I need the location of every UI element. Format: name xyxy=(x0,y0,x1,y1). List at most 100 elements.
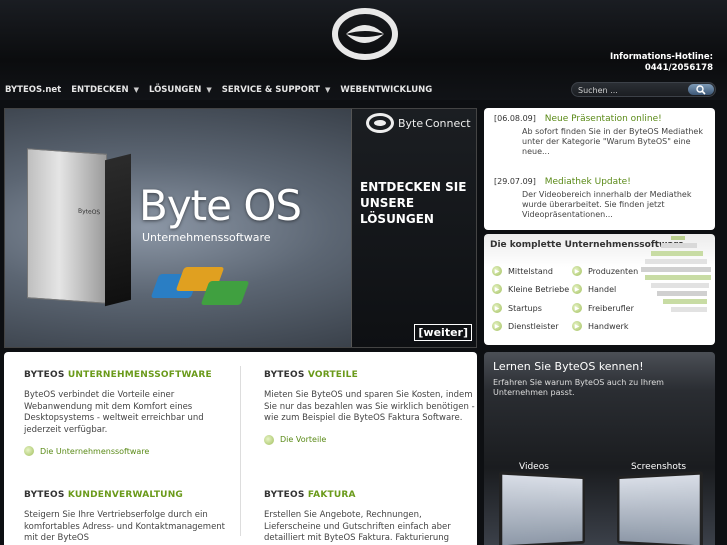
section-text: Steigern Sie Ihre Vertriebserfolge durch… xyxy=(24,510,226,543)
arrow-right-icon: ▶ xyxy=(492,321,502,331)
arrow-right-icon xyxy=(24,446,34,456)
news-date: [06.08.09] xyxy=(494,114,536,123)
section-title: VORTEILE xyxy=(307,370,358,380)
section-kundenverwaltung: BYTEOS KUNDENVERWALTUNG Steigern Sie Ihr… xyxy=(24,490,239,545)
arrow-right-icon: ▶ xyxy=(572,321,582,331)
arrow-right-icon: ▶ xyxy=(572,266,582,276)
header: Informations-Hotline: 0441/2056178 BYTEO… xyxy=(0,0,727,100)
search-icon xyxy=(696,84,706,95)
arrow-right-icon: ▶ xyxy=(572,303,582,313)
section-heading: BYTEOS FAKTURA xyxy=(264,490,479,500)
byteconnect-brand-b: Connect xyxy=(425,116,471,130)
nav-label: WEBENTWICKLUNG xyxy=(340,85,433,95)
news-item[interactable]: [29.07.09] Mediathek Update! Der Videobe… xyxy=(494,177,709,220)
news-text: Ab sofort finden Sie in der ByteOS Media… xyxy=(522,127,703,156)
search-box xyxy=(571,82,716,97)
main-nav: BYTEOS.net ENTDECKEN ▼ LÖSUNGEN ▼ SERVIC… xyxy=(0,82,560,98)
news-headline[interactable]: Mediathek Update! xyxy=(545,177,631,187)
software-item-kleine-betriebe[interactable]: ▶ Kleine Betriebe xyxy=(492,284,569,294)
product-card-image xyxy=(200,281,250,305)
search-button[interactable] xyxy=(688,84,714,95)
hotline-number: 0441/2056178 xyxy=(644,63,713,73)
caret-down-icon: ▼ xyxy=(324,86,331,94)
software-item-freiberufler[interactable]: ▶ Freiberufler xyxy=(572,303,634,313)
nav-label: SERVICE & SUPPORT xyxy=(221,85,320,95)
news-box: [06.08.09] Neue Präsentation online! Ab … xyxy=(484,108,715,230)
byteconnect-brand-a: Byte xyxy=(398,116,424,130)
nav-item-byteos-net[interactable]: BYTEOS.net xyxy=(5,85,61,95)
nav-item-loesungen[interactable]: LÖSUNGEN ▼ xyxy=(149,85,212,95)
section-link[interactable]: Die Unternehmenssoftware xyxy=(24,446,239,456)
news-date: [29.07.09] xyxy=(494,177,536,186)
software-item-mittelstand[interactable]: ▶ Mittelstand xyxy=(492,266,553,276)
section-text: Mieten Sie ByteOS und sparen Sie Kosten,… xyxy=(264,390,475,423)
section-link-label: Die Vorteile xyxy=(280,435,327,444)
section-text: ByteOS verbindet die Vorteile einer Weba… xyxy=(24,390,204,435)
hero-panel-headline: ENTDECKEN SIE UNSERE LÖSUNGEN xyxy=(360,179,466,227)
arrow-right-icon: ▶ xyxy=(492,303,502,313)
column-divider xyxy=(240,366,241,536)
arrow-right-icon: ▶ xyxy=(492,284,502,294)
software-item-label: Mittelstand xyxy=(508,266,553,276)
software-item-label: Kleine Betriebe xyxy=(508,284,570,294)
section-faktura: BYTEOS FAKTURA Erstellen Sie Angebote, R… xyxy=(264,490,479,545)
hero-panel: Byte Connect ENTDECKEN SIE UNSERE LÖSUNG… xyxy=(351,109,476,347)
nav-item-webentwicklung[interactable]: WEBENTWICKLUNG xyxy=(340,85,432,95)
hotline: Informations-Hotline: 0441/2056178 xyxy=(610,52,713,74)
section-prefix: BYTEOS xyxy=(24,490,65,500)
section-prefix: BYTEOS xyxy=(264,490,305,500)
software-item-label: Dienstleister xyxy=(508,321,559,331)
hero-panel-line: ENTDECKEN SIE xyxy=(360,180,467,194)
videos-screen-image[interactable] xyxy=(499,471,586,545)
news-headline[interactable]: Neue Präsentation online! xyxy=(545,114,662,124)
nav-label: BYTEOS.net xyxy=(5,85,62,95)
caret-down-icon: ▼ xyxy=(206,86,212,94)
videos-label[interactable]: Videos xyxy=(519,462,549,472)
caret-down-icon: ▼ xyxy=(133,86,139,94)
section-vorteile: BYTEOS VORTEILE Mieten Sie ByteOS und sp… xyxy=(264,370,479,445)
learn-box[interactable]: Lernen Sie ByteOS kennen! Erfahren Sie w… xyxy=(484,352,715,545)
software-item-startups[interactable]: ▶ Startups xyxy=(492,303,542,313)
content-area: BYTEOS UNTERNEHMENSSOFTWARE ByteOS verbi… xyxy=(4,352,477,545)
section-heading: BYTEOS UNTERNEHMENSSOFTWARE xyxy=(24,370,239,380)
software-item-label: Startups xyxy=(508,303,542,313)
section-title: KUNDENVERWALTUNG xyxy=(67,490,184,500)
software-item-handel[interactable]: ▶ Handel xyxy=(572,284,616,294)
byteconnect-logo: Byte Connect xyxy=(366,113,471,133)
nav-label: ENTDECKEN xyxy=(71,85,129,95)
section-heading: BYTEOS KUNDENVERWALTUNG xyxy=(24,490,239,500)
learn-title: Lernen Sie ByteOS kennen! xyxy=(493,360,644,373)
software-item-produzenten[interactable]: ▶ Produzenten xyxy=(572,266,638,276)
software-item-label: Handel xyxy=(588,284,617,294)
hero-panel-line: UNSERE xyxy=(360,196,415,210)
hero-subtitle: Unternehmenssoftware xyxy=(142,231,271,244)
hero-panel-line: LÖSUNGEN xyxy=(360,212,434,226)
section-link[interactable]: Die Vorteile xyxy=(264,434,479,445)
section-prefix: BYTEOS xyxy=(264,370,305,380)
hotline-label: Informations-Hotline: xyxy=(609,52,713,62)
arrow-right-icon: ▶ xyxy=(572,284,582,294)
software-item-handwerk[interactable]: ▶ Handwerk xyxy=(572,321,628,331)
software-item-dienstleister[interactable]: ▶ Dienstleister xyxy=(492,321,559,331)
weiter-link[interactable]: [weiter] xyxy=(414,324,472,341)
arrow-right-icon: ▶ xyxy=(492,266,502,276)
byteos-logo[interactable] xyxy=(332,8,398,60)
nav-item-entdecken[interactable]: ENTDECKEN ▼ xyxy=(71,85,139,95)
hero-title: Byte OS xyxy=(139,181,302,230)
section-heading: BYTEOS VORTEILE xyxy=(264,370,479,380)
hero-banner[interactable]: ByteOS Byte OS Unternehmenssoftware Byte… xyxy=(4,108,477,348)
section-text: Erstellen Sie Angebote, Rechnungen, Lief… xyxy=(264,510,451,543)
news-item[interactable]: [06.08.09] Neue Präsentation online! Ab … xyxy=(494,114,709,157)
software-item-label: Handwerk xyxy=(588,321,629,331)
software-box: Die komplette Unternehmenssoftware ▶ Mit… xyxy=(484,234,715,345)
news-text: Der Videobereich innerhalb der Mediathek… xyxy=(522,190,692,219)
screenshots-screen-image[interactable] xyxy=(616,471,703,545)
search-input[interactable] xyxy=(578,84,688,96)
section-link-label: Die Unternehmenssoftware xyxy=(40,446,150,456)
screenshots-label[interactable]: Screenshots xyxy=(631,462,686,472)
nav-item-service-support[interactable]: SERVICE & SUPPORT ▼ xyxy=(222,85,331,95)
byteconnect-logo-icon xyxy=(366,113,394,133)
section-title: UNTERNEHMENSSOFTWARE xyxy=(67,370,212,380)
product-box-side xyxy=(105,153,131,307)
nav-label: LÖSUNGEN xyxy=(148,85,202,95)
